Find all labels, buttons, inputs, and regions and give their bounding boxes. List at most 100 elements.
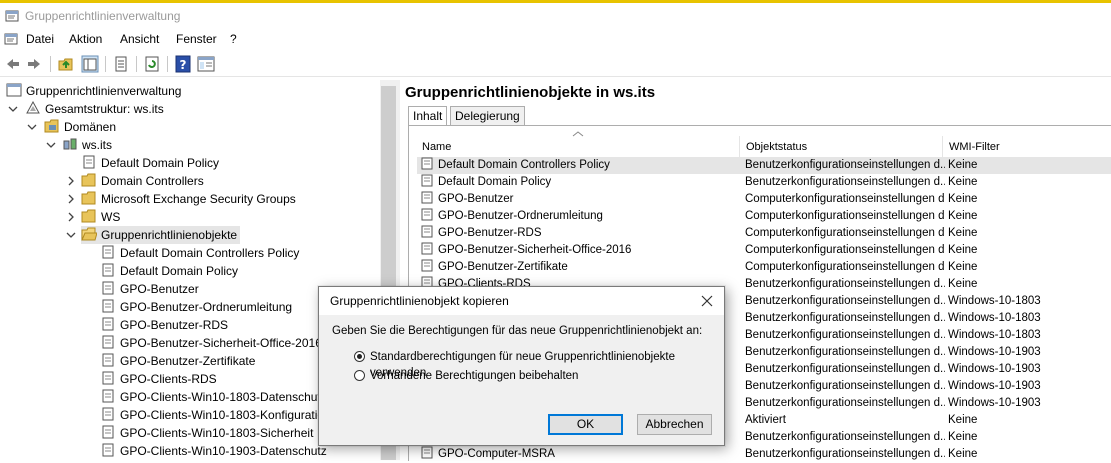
cell-objektstatus: Benutzerkonfigurationseinstellungen d... bbox=[745, 329, 945, 341]
toolbar: ? bbox=[0, 52, 1111, 77]
cell-objektstatus: Aktiviert bbox=[745, 414, 786, 426]
tree-gpo-item[interactable]: GPO-Benutzer bbox=[100, 280, 199, 298]
refresh-icon[interactable] bbox=[143, 55, 161, 73]
chevron-down-icon[interactable] bbox=[27, 122, 37, 132]
table-row[interactable]: GPO-Computer-MSRA Benutzerkonfigurationse… bbox=[417, 446, 1111, 463]
column-header-objektstatus[interactable]: Objektstatus bbox=[740, 136, 943, 158]
tree-gpo-label: GPO-Clients-Win10-1903-Datenschutz bbox=[120, 444, 327, 458]
chevron-right-icon[interactable] bbox=[66, 212, 76, 222]
gpo-icon bbox=[102, 245, 114, 259]
menu-aktion[interactable]: Aktion bbox=[69, 32, 102, 46]
chevron-down-icon[interactable] bbox=[46, 140, 56, 150]
tree-gpo-label: GPO-Benutzer-Sicherheit-Office-2016 bbox=[120, 336, 322, 350]
ok-button[interactable]: OK bbox=[548, 414, 623, 435]
tree-gpo-item[interactable]: GPO-Clients-Win10-1803-Konfiguratio bbox=[100, 406, 324, 424]
cancel-button[interactable]: Abbrechen bbox=[637, 414, 712, 435]
table-row[interactable]: Default Domain Policy Benutzerkonfigurati… bbox=[417, 174, 1111, 191]
cell-objektstatus: Computerkonfigurationseinstellungen d... bbox=[745, 261, 945, 273]
table-row[interactable]: GPO-Benutzer Computerkonfigurationseinste… bbox=[417, 191, 1111, 208]
tree-gpo-item[interactable]: GPO-Clients-Win10-1903-Datenschutz bbox=[100, 442, 327, 460]
ou-folder-icon bbox=[81, 209, 96, 223]
cell-wmi-filter: Windows-10-1903 bbox=[948, 346, 1041, 358]
tree-gpo-item[interactable]: Default Domain Policy bbox=[100, 262, 238, 280]
tab-delegierung[interactable]: Delegierung bbox=[450, 106, 525, 127]
tree-gpo-item[interactable]: GPO-Benutzer-Sicherheit-Office-2016 bbox=[100, 334, 322, 352]
tree-domains[interactable]: Domänen bbox=[44, 118, 116, 136]
radio-indicator-selected[interactable] bbox=[354, 351, 365, 362]
tree-gpo-item[interactable]: GPO-Clients-RDS bbox=[100, 370, 217, 388]
show-hide-tree-icon[interactable] bbox=[81, 55, 99, 73]
table-row[interactable]: GPO-Benutzer-Ordnerumleitung Computerkonf… bbox=[417, 208, 1111, 225]
forest-icon bbox=[26, 101, 40, 114]
chevron-right-icon[interactable] bbox=[66, 194, 76, 204]
table-row[interactable]: GPO-Benutzer-Zertifikate Computerkonfigur… bbox=[417, 259, 1111, 276]
ou-folder-icon bbox=[81, 173, 96, 187]
close-icon[interactable] bbox=[696, 291, 718, 311]
toolbar-separator bbox=[105, 56, 106, 72]
cell-name: Default Domain Policy bbox=[421, 174, 741, 191]
tree-root[interactable]: Gruppenrichtlinienverwaltung bbox=[6, 82, 181, 100]
cell-name-text: GPO-Benutzer-Zertifikate bbox=[438, 261, 568, 273]
cell-name: Default Domain Controllers Policy bbox=[421, 157, 741, 174]
title-accent-strip bbox=[0, 0, 1111, 3]
tree-gpo-label: Default Domain Policy bbox=[120, 264, 239, 278]
radio-keep-permissions[interactable]: Vorhandene Berechtigungen beibehalten bbox=[354, 368, 714, 384]
tree-domain-label: ws.its bbox=[82, 138, 112, 152]
tree-item-default-domain-policy[interactable]: Default Domain Policy bbox=[81, 154, 219, 172]
cell-name-text: GPO-Benutzer-Sicherheit-Office-2016 bbox=[438, 244, 632, 256]
tree-item-label: Microsoft Exchange Security Groups bbox=[101, 192, 296, 206]
svg-text:?: ? bbox=[180, 58, 187, 72]
menu-help[interactable]: ? bbox=[230, 32, 237, 46]
gpo-icon bbox=[102, 371, 114, 385]
tree-gpo-item[interactable]: GPO-Clients-Win10-1803-Datenschutz bbox=[100, 388, 327, 406]
table-row[interactable]: GPO-Benutzer-Sicherheit-Office-2016 Compu… bbox=[417, 242, 1111, 259]
cell-objektstatus: Benutzerkonfigurationseinstellungen d... bbox=[745, 312, 945, 324]
column-header-name[interactable]: Name bbox=[416, 136, 740, 158]
radio-label: Vorhandene Berechtigungen beibehalten bbox=[370, 370, 579, 382]
tree-forest[interactable]: Gesamtstruktur: ws.its bbox=[25, 100, 164, 118]
chevron-down-icon[interactable] bbox=[66, 230, 76, 240]
tree-gpo-item[interactable]: GPO-Clients-Win10-1803-Sicherheit bbox=[100, 424, 313, 442]
radio-default-permissions[interactable]: Standardberechtigungen für neue Gruppenr… bbox=[354, 349, 714, 379]
tree-gpo-item[interactable]: GPO-Benutzer-Ordnerumleitung bbox=[100, 298, 292, 316]
cell-wmi-filter: Windows-10-1903 bbox=[948, 397, 1041, 409]
table-row[interactable]: GPO-Benutzer-RDS Computerkonfigurationsei… bbox=[417, 225, 1111, 242]
properties-icon[interactable] bbox=[112, 55, 130, 73]
forward-arrow-icon[interactable] bbox=[25, 55, 43, 73]
tree-gpo-item[interactable]: GPO-Benutzer-RDS bbox=[100, 316, 228, 334]
dialog-title: Gruppenrichtlinienobjekt kopieren bbox=[330, 294, 509, 308]
cell-name: GPO-Benutzer bbox=[421, 191, 741, 208]
tree-gpo-item[interactable]: Default Domain Controllers Policy bbox=[100, 244, 299, 262]
window-title: Gruppenrichtlinienverwaltung bbox=[25, 9, 181, 23]
cell-wmi-filter: Keine bbox=[948, 210, 978, 222]
menu-ansicht[interactable]: Ansicht bbox=[120, 32, 159, 46]
tree-gpo-label: GPO-Benutzer-Zertifikate bbox=[120, 354, 256, 368]
up-folder-icon[interactable] bbox=[57, 55, 75, 73]
copy-gpo-dialog: Gruppenrichtlinienobjekt kopieren Geben … bbox=[318, 286, 725, 446]
table-row[interactable]: Default Domain Controllers Policy Benutze… bbox=[417, 157, 1111, 174]
tree-gpo-label: GPO-Benutzer-Ordnerumleitung bbox=[120, 300, 293, 314]
tree-item-exchange-groups[interactable]: Microsoft Exchange Security Groups bbox=[81, 190, 296, 208]
tree-item-gpo-container[interactable]: Gruppenrichtlinienobjekte bbox=[81, 226, 241, 244]
tree-gpo-item[interactable]: GPO-Benutzer-Zertifikate bbox=[100, 352, 255, 370]
tree-item-domain-controllers[interactable]: Domain Controllers bbox=[81, 172, 204, 190]
back-arrow-icon[interactable] bbox=[4, 55, 22, 73]
cell-wmi-filter: Keine bbox=[948, 414, 978, 426]
console-view-icon[interactable] bbox=[197, 55, 215, 73]
gpo-icon bbox=[421, 259, 433, 272]
cell-wmi-filter: Keine bbox=[948, 448, 978, 460]
cell-objektstatus: Benutzerkonfigurationseinstellungen d... bbox=[745, 295, 945, 307]
menu-fenster[interactable]: Fenster bbox=[176, 32, 217, 46]
menu-datei[interactable]: Datei bbox=[26, 32, 54, 46]
help-icon[interactable]: ? bbox=[174, 55, 192, 73]
tree-domain[interactable]: ws.its bbox=[62, 136, 112, 154]
tree-item-label: Default Domain Policy bbox=[101, 156, 220, 170]
chevron-down-icon[interactable] bbox=[8, 104, 18, 114]
system-menu-icon[interactable] bbox=[4, 32, 18, 46]
radio-indicator[interactable] bbox=[354, 370, 365, 381]
cell-objektstatus: Computerkonfigurationseinstellungen d... bbox=[745, 244, 945, 256]
tree-item-ws[interactable]: WS bbox=[81, 208, 120, 226]
chevron-right-icon[interactable] bbox=[66, 176, 76, 186]
dialog-prompt: Geben Sie die Berechtigungen für das neu… bbox=[332, 325, 703, 337]
column-header-wmi-filter[interactable]: WMI-Filter bbox=[943, 136, 1111, 158]
